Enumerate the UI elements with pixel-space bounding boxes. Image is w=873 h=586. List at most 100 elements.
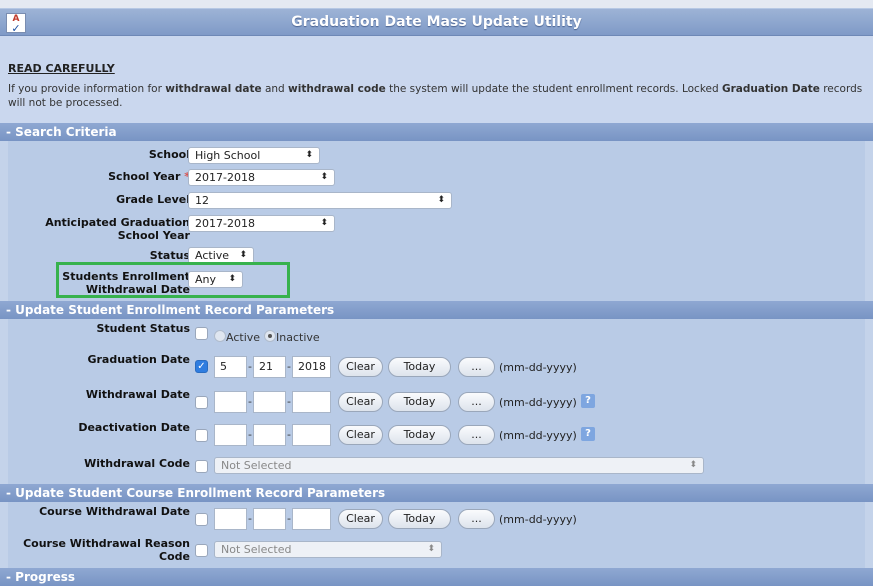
date-separator: -: [248, 360, 252, 373]
course-withdrawal-day-input[interactable]: [253, 508, 286, 530]
anticipated-year-select[interactable]: 2017-2018 ⬍: [188, 215, 335, 232]
select-arrow-icon: ⬍: [427, 544, 435, 554]
course-clear-button[interactable]: Clear: [338, 509, 383, 529]
intro-text-3: the system will update the student enrol…: [385, 83, 722, 95]
course-reason-label-line2: Code: [159, 550, 190, 563]
deactivation-clear-button[interactable]: Clear: [338, 425, 383, 445]
deactivation-year-input[interactable]: [292, 424, 331, 446]
school-year-select[interactable]: 2017-2018 ⬍: [188, 169, 335, 186]
radio-inactive-label: Inactive: [276, 331, 320, 344]
title-bar: A ✓ Graduation Date Mass Update Utility: [0, 8, 873, 36]
deactivation-day-input[interactable]: [253, 424, 286, 446]
graduation-clear-button[interactable]: Clear: [338, 357, 383, 377]
course-withdrawal-date-label: Course Withdrawal Date: [39, 505, 190, 518]
withdrawal-year-input[interactable]: [292, 391, 331, 413]
section-update-course[interactable]: - Update Student Course Enrollment Recor…: [0, 484, 873, 502]
green-highlight-box: [56, 262, 290, 298]
course-reason-select[interactable]: Not Selected ⬍: [214, 541, 442, 558]
deactivation-datepicker-button[interactable]: ...: [458, 425, 495, 445]
grade-level-select-value: 12: [195, 194, 209, 207]
withdrawal-month-input[interactable]: [214, 391, 247, 413]
student-status-label: Student Status: [96, 322, 190, 335]
anticipated-label-line2: School Year: [117, 229, 190, 242]
date-separator: -: [287, 395, 291, 408]
withdrawal-date-checkbox[interactable]: [195, 396, 208, 409]
update-enrollment-panel: Student Status Graduation Date Withdrawa…: [8, 319, 865, 484]
graduation-day-input[interactable]: 21: [253, 356, 286, 378]
withdrawal-date-label: Withdrawal Date: [85, 388, 190, 401]
withdrawal-clear-button[interactable]: Clear: [338, 392, 383, 412]
read-carefully-heading: READ CAREFULLY: [8, 62, 115, 75]
graduation-year-input[interactable]: 2018: [292, 356, 331, 378]
date-separator: -: [287, 428, 291, 441]
date-separator: -: [287, 512, 291, 525]
date-separator: -: [287, 360, 291, 373]
withdrawal-code-select-value: Not Selected: [221, 459, 292, 472]
course-date-format: (mm-dd-yyyy): [499, 513, 577, 526]
radio-active-label: Active: [226, 331, 261, 344]
deactivation-help-icon[interactable]: ?: [581, 427, 595, 441]
browser-strip: [0, 0, 873, 8]
status-label: Status: [149, 249, 190, 262]
withdrawal-code-checkbox[interactable]: [195, 460, 208, 473]
course-withdrawal-month-input[interactable]: [214, 508, 247, 530]
select-arrow-icon: ⬍: [305, 150, 313, 160]
school-select-value: High School: [195, 149, 261, 162]
status-select-value: Active: [195, 249, 230, 262]
select-arrow-icon: ⬍: [437, 195, 445, 205]
intro-text-graduation-date: Graduation Date: [722, 83, 820, 95]
intro-text-2: and: [261, 83, 289, 95]
course-withdrawal-year-input[interactable]: [292, 508, 331, 530]
deactivation-date-format: (mm-dd-yyyy): [499, 429, 577, 442]
intro-description: If you provide information for withdrawa…: [8, 82, 868, 110]
course-reason-checkbox[interactable]: [195, 544, 208, 557]
section-update-enrollment[interactable]: - Update Student Enrollment Record Param…: [0, 301, 873, 319]
course-datepicker-button[interactable]: ...: [458, 509, 495, 529]
deactivation-date-checkbox[interactable]: [195, 429, 208, 442]
page-title: Graduation Date Mass Update Utility: [291, 14, 582, 30]
course-today-button[interactable]: Today: [388, 509, 451, 529]
withdrawal-datepicker-button[interactable]: ...: [458, 392, 495, 412]
course-reason-select-value: Not Selected: [221, 543, 292, 556]
school-label: School: [148, 148, 190, 161]
date-separator: -: [248, 428, 252, 441]
student-status-checkbox[interactable]: [195, 327, 208, 340]
radio-active[interactable]: [214, 330, 226, 342]
withdrawal-day-input[interactable]: [253, 391, 286, 413]
intro-text-withdrawal-code: withdrawal code: [288, 83, 386, 95]
graduation-datepicker-button[interactable]: ...: [458, 357, 495, 377]
graduation-date-format: (mm-dd-yyyy): [499, 361, 577, 374]
graduation-month-input[interactable]: 5: [214, 356, 247, 378]
select-arrow-icon: ⬍: [239, 250, 247, 260]
anticipated-year-select-value: 2017-2018: [195, 217, 255, 230]
deactivation-date-label: Deactivation Date: [78, 421, 190, 434]
graduation-date-label: Graduation Date: [87, 353, 190, 366]
course-withdrawal-checkbox[interactable]: [195, 513, 208, 526]
select-arrow-icon: ⬍: [320, 172, 328, 182]
school-year-label-text: School Year: [108, 170, 181, 183]
select-arrow-icon: ⬍: [689, 460, 697, 470]
intro-text-withdrawal-date: withdrawal date: [165, 83, 262, 95]
grade-level-label: Grade Level: [116, 193, 190, 206]
withdrawal-date-format: (mm-dd-yyyy): [499, 396, 577, 409]
section-progress[interactable]: - Progress: [0, 568, 873, 586]
school-year-label: School Year *: [108, 170, 190, 183]
graduation-today-button[interactable]: Today: [388, 357, 451, 377]
graduation-date-checkbox[interactable]: ✓: [195, 360, 208, 373]
date-separator: -: [248, 395, 252, 408]
anticipated-label-line1: Anticipated Graduation: [45, 216, 190, 229]
withdrawal-code-label: Withdrawal Code: [84, 457, 190, 470]
radio-inactive[interactable]: [264, 330, 276, 342]
withdrawal-help-icon[interactable]: ?: [581, 394, 595, 408]
grade-level-select[interactable]: 12 ⬍: [188, 192, 452, 209]
withdrawal-code-select[interactable]: Not Selected ⬍: [214, 457, 704, 474]
update-course-panel: Course Withdrawal Date Course Withdrawal…: [8, 502, 865, 568]
section-search-criteria[interactable]: - Search Criteria: [0, 123, 873, 141]
select-arrow-icon: ⬍: [320, 218, 328, 228]
date-separator: -: [248, 512, 252, 525]
withdrawal-today-button[interactable]: Today: [388, 392, 451, 412]
school-year-select-value: 2017-2018: [195, 171, 255, 184]
deactivation-today-button[interactable]: Today: [388, 425, 451, 445]
school-select[interactable]: High School ⬍: [188, 147, 320, 164]
deactivation-month-input[interactable]: [214, 424, 247, 446]
